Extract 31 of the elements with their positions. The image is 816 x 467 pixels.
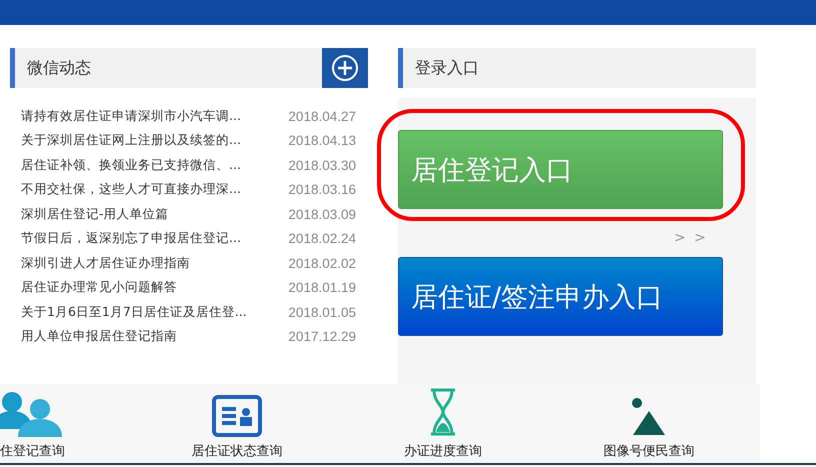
hourglass-icon — [428, 387, 458, 437]
news-date: 2018.01.19 — [288, 280, 356, 296]
news-link[interactable]: 深圳居住登记-用人单位篇 — [21, 206, 169, 223]
news-date: 2018.03.30 — [288, 158, 356, 173]
add-button[interactable] — [322, 48, 368, 88]
news-link[interactable]: 居住证补领、换领业务已支持微信、... — [21, 156, 241, 174]
query-link[interactable]: 图像号便民查询 — [604, 442, 694, 460]
news-date: 2018.03.16 — [288, 182, 356, 198]
news-link[interactable]: 节假日后，返深别忘了申报居住登记... — [21, 230, 241, 248]
news-date: 2018.04.27 — [288, 108, 356, 124]
news-link[interactable]: 不用交社保，这些人才可直接办理深... — [21, 181, 241, 198]
news-link[interactable]: 深圳引进人才居住证办理指南 — [21, 254, 190, 272]
query-link[interactable]: 住登记查询 — [0, 442, 65, 460]
news-date: 2018.02.24 — [288, 231, 356, 246]
query-link[interactable]: 办证进度查询 — [404, 442, 482, 460]
news-date: 2018.04.13 — [288, 133, 356, 148]
news-link[interactable]: 请持有效居住证申请深圳市小汽车调... — [21, 108, 241, 125]
news-link[interactable]: 用人单位申报居住登记指南 — [21, 328, 177, 346]
news-link[interactable]: 关于深圳居住证网上注册以及续签的... — [21, 132, 241, 150]
query-link[interactable]: 居住证状态查询 — [192, 442, 282, 460]
news-link[interactable]: 居住证办理常见小问题解答 — [21, 279, 177, 296]
news-date: 2017.12.29 — [288, 329, 356, 344]
panel-title: 登录入口 — [414, 58, 479, 78]
news-date: 2018.01.05 — [288, 304, 356, 320]
plus-icon — [331, 54, 359, 82]
news-date: 2018.02.02 — [288, 256, 356, 271]
entry-button[interactable]: 居住证/签注申办入口 — [398, 257, 723, 336]
panel-title: 微信动态 — [26, 58, 91, 78]
id-card-icon — [212, 395, 262, 437]
news-link[interactable]: 关于1月6日至1月7日居住证及居住登... — [21, 304, 247, 321]
news-date: 2018.03.09 — [288, 206, 356, 222]
